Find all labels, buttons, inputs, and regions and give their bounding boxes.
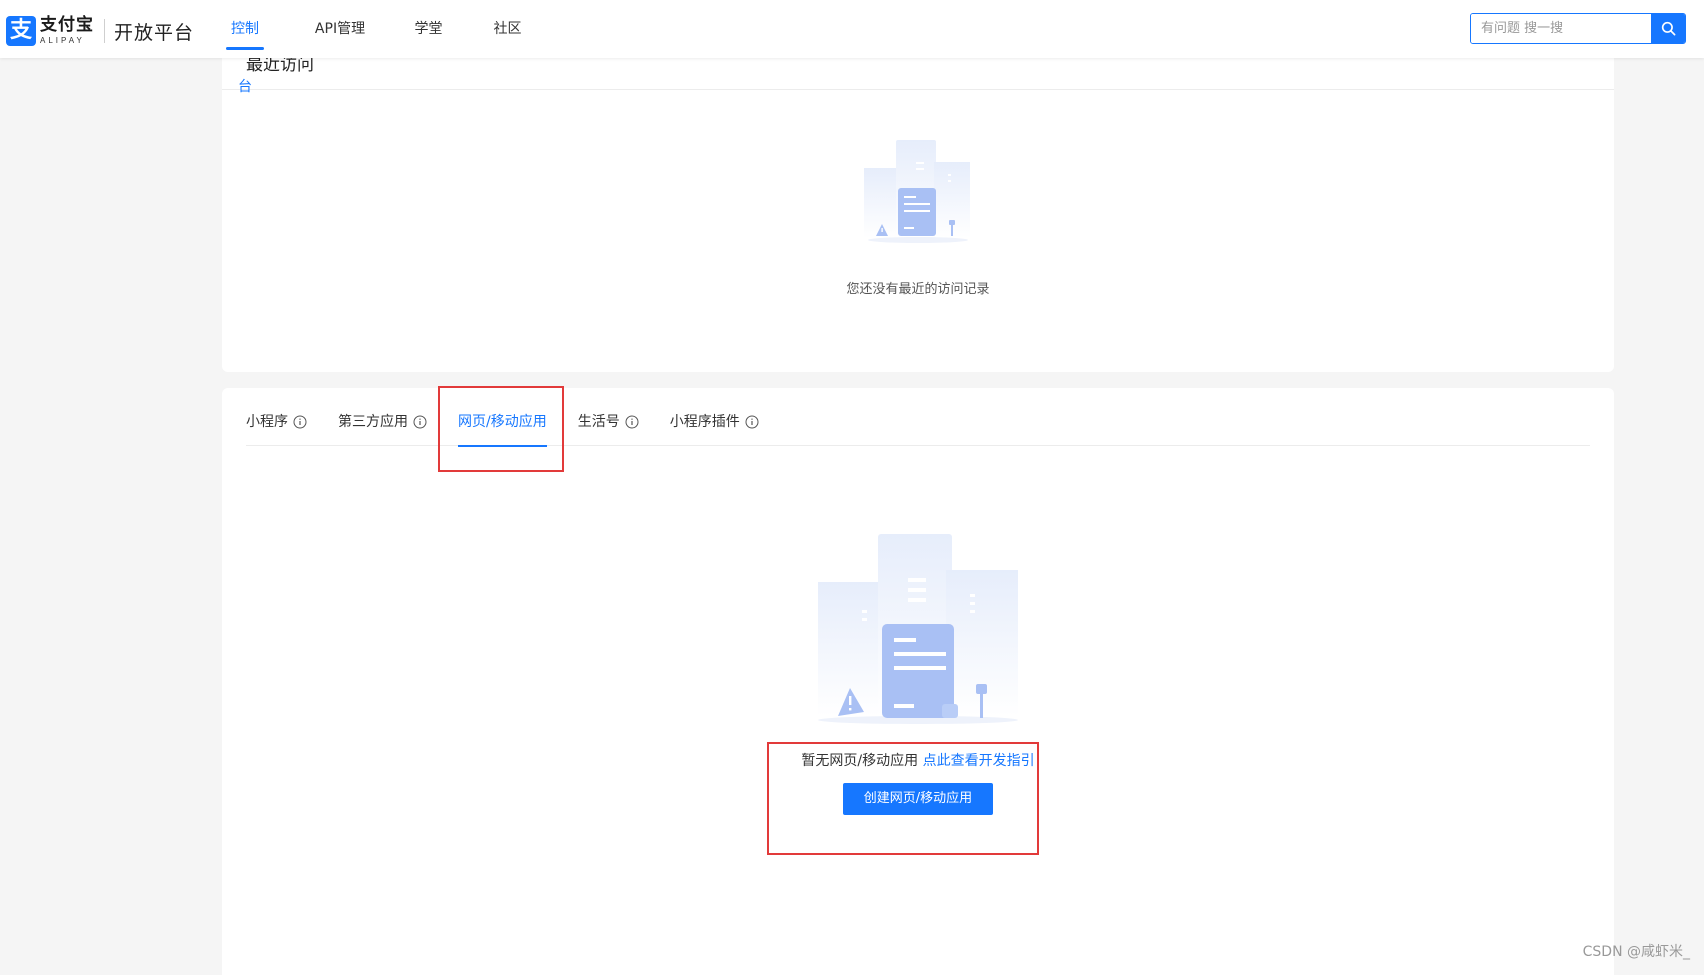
tab-web-mobile-app[interactable]: 网页/移动应用 <box>458 388 547 447</box>
nav-item-label: API管理 <box>314 21 366 37</box>
tab-label: 小程序插件 <box>669 414 740 430</box>
tab-mini-program-plugin[interactable]: 小程序插件 <box>670 388 759 446</box>
logo-brand: 支付宝 ALIPAY <box>40 17 94 45</box>
alipay-logo-icon: 支 <box>6 16 36 46</box>
info-icon[interactable] <box>293 415 307 429</box>
nav-item-community[interactable]: 社区 <box>493 0 522 58</box>
logo-divider <box>104 19 105 43</box>
info-icon[interactable] <box>745 415 759 429</box>
divider <box>222 89 1614 90</box>
logo-brand-cn: 支付宝 <box>40 15 94 35</box>
nav-active-indicator <box>226 47 264 50</box>
nav-item-label: 学堂 <box>414 21 443 37</box>
nav-item-console[interactable]: 控制台 <box>226 0 264 95</box>
recent-empty-state: 您还没有最近的访问记录 <box>222 140 1614 297</box>
tab-label: 生活号 <box>577 414 620 430</box>
tab-label: 第三方应用 <box>338 414 408 430</box>
tab-third-party-app[interactable]: 第三方应用 <box>338 388 427 446</box>
watermark: CSDN @咸虾米_ <box>1582 944 1690 960</box>
search-icon <box>1661 21 1675 36</box>
tab-mini-program[interactable]: 小程序 <box>246 388 307 446</box>
apps-empty-state: 暂无网页/移动应用 点此查看开发指引 创建网页/移动应用 <box>222 534 1614 815</box>
nav-item-academy[interactable]: 学堂 <box>414 0 443 58</box>
recent-visits-card: 最近访问 您还没有最近的访问记录 <box>222 40 1614 372</box>
empty-state-illustration <box>864 140 970 243</box>
create-web-mobile-app-button[interactable]: 创建网页/移动应用 <box>843 783 993 815</box>
tab-active-indicator <box>458 445 547 447</box>
apps-empty-message: 暂无网页/移动应用 点此查看开发指引 <box>222 750 1614 770</box>
platform-title: 开放平台 <box>114 21 195 44</box>
apps-empty-text: 暂无网页/移动应用 <box>801 753 919 769</box>
tab-label: 小程序 <box>246 414 288 430</box>
apps-card: 小程序 第三方应用 网页/移动应用 生活号 小程序插件 暂无网页/移动应用 点此… <box>222 388 1614 975</box>
top-navigation-bar: 支 支付宝 ALIPAY 开放平台 控制台 API管理 学堂 社区 <box>0 0 1704 95</box>
empty-state-illustration <box>818 534 1018 724</box>
logo-brand-en: ALIPAY <box>40 36 85 45</box>
alipay-logo[interactable]: 支 支付宝 ALIPAY 开放平台 <box>6 16 194 46</box>
info-icon[interactable] <box>625 415 639 429</box>
tab-label: 网页/移动应用 <box>458 414 547 430</box>
info-icon[interactable] <box>413 415 427 429</box>
app-type-tabs: 小程序 第三方应用 网页/移动应用 生活号 小程序插件 <box>246 388 1590 447</box>
nav-item-api-management[interactable]: API管理 <box>314 0 366 58</box>
recent-empty-text: 您还没有最近的访问记录 <box>846 282 990 297</box>
search-box <box>1470 13 1686 44</box>
search-button[interactable] <box>1651 14 1685 43</box>
nav-item-label: 社区 <box>493 21 522 37</box>
main-nav: 控制台 API管理 学堂 社区 <box>226 0 522 95</box>
tab-life-account[interactable]: 生活号 <box>578 388 639 446</box>
dev-guide-link[interactable]: 点此查看开发指引 <box>923 753 1035 769</box>
search-input[interactable] <box>1471 14 1651 43</box>
